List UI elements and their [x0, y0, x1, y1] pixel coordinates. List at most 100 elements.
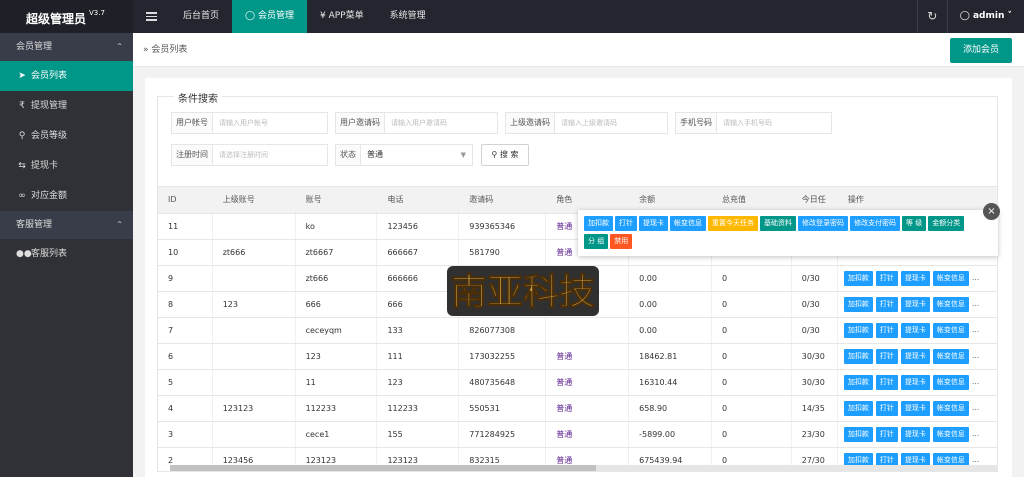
table-row: 5 11 123 480735648 普通 16310.44 0 30/30 加扣款 打针 提现卡帐… — [158, 369, 997, 396]
table-cell: 0/30 — [791, 317, 838, 344]
row-action-button[interactable]: 加扣款 — [843, 348, 873, 364]
search-button[interactable]: ⚲ 搜 索 — [481, 144, 529, 166]
sidebar-item-label: 提现管理 — [31, 101, 68, 111]
row-action-button[interactable]: 帐变信息 — [932, 348, 969, 364]
table-cell: 0.00 — [628, 291, 712, 318]
row-action-button[interactable]: 提现卡 — [900, 348, 930, 364]
sidebar-group-service[interactable]: 客服管理 ⌃ — [0, 211, 133, 239]
sidebar-item-member-list[interactable]: ➤ 会员列表 — [0, 61, 133, 91]
sidebar-item-withdraw[interactable]: ₹ 提现管理 — [0, 91, 133, 121]
popup-action-button[interactable]: 禁用 — [610, 234, 633, 249]
popup-action-button[interactable]: 修改登录密码 — [798, 216, 848, 231]
nav-item-home[interactable]: 后台首页 — [170, 0, 232, 33]
user-menu[interactable]: ◯ admin ˅ — [946, 0, 1024, 33]
table-cell: 111 — [376, 343, 460, 370]
table-cell — [212, 213, 296, 240]
app-logo[interactable]: 超级管理员 V3.7 — [0, 0, 133, 33]
row-action-button[interactable]: 提现卡 — [900, 426, 930, 442]
sidebar-group-label: 客服管理 — [16, 220, 53, 230]
menu-toggle-icon[interactable] — [146, 9, 157, 24]
field-label: 用户邀请码 — [336, 113, 385, 133]
popup-action-button[interactable]: 帐变信息 — [670, 216, 706, 231]
table-cell: 7 — [158, 317, 213, 344]
row-action-button[interactable]: 打针 — [875, 296, 898, 312]
add-member-button[interactable]: 添加会员 — [950, 38, 1012, 63]
popup-action-button[interactable]: 打针 — [615, 216, 637, 231]
field-reg-time: 注册时间 — [171, 144, 328, 166]
horizontal-scrollbar[interactable] — [170, 465, 997, 471]
row-action-button[interactable]: 提现卡 — [900, 270, 930, 286]
parent-invite-input[interactable] — [555, 113, 667, 133]
sidebar-item-amount[interactable]: ∞ 对应金额 — [0, 181, 133, 211]
row-action-button[interactable]: 加扣款 — [843, 374, 873, 390]
nav-item-members[interactable]: ◯ 会员管理 — [232, 0, 307, 33]
scrollbar-thumb[interactable] — [170, 465, 596, 471]
search-legend: 条件搜索 — [174, 90, 222, 105]
popup-action-button[interactable]: 加扣款 — [584, 216, 613, 231]
row-action-button[interactable]: 帐变信息 — [932, 374, 969, 390]
row-action-button[interactable]: 帐变信息 — [932, 296, 969, 312]
popup-action-button[interactable]: 基础资料 — [760, 216, 796, 231]
table-cell: 11 — [158, 213, 213, 240]
popup-action-button[interactable]: 金额分类 — [928, 216, 965, 231]
search-icon: ⚲ — [491, 150, 500, 159]
more-icon[interactable]: ... — [972, 403, 980, 412]
nav-item-label: 后台首页 — [183, 11, 220, 21]
refresh-icon[interactable]: ↻ — [916, 0, 947, 33]
row-action-button[interactable]: 加扣款 — [843, 322, 873, 338]
row-action-button[interactable]: 打针 — [875, 348, 898, 364]
sidebar-item-service-list[interactable]: ●●客服列表 — [0, 239, 133, 269]
sidebar-item-level[interactable]: ⚲ 会员等级 — [0, 121, 133, 151]
row-action-button[interactable]: 帐变信息 — [932, 400, 969, 416]
row-action-button[interactable]: 帐变信息 — [932, 270, 969, 286]
sidebar-group-members[interactable]: 会员管理 ⌃ — [0, 33, 133, 61]
row-action-button[interactable]: 打针 — [875, 270, 898, 286]
row-action-button[interactable]: 提现卡 — [900, 374, 930, 390]
key-icon: ⚲ — [18, 131, 26, 141]
table-cell — [212, 317, 296, 344]
more-icon[interactable]: ... — [972, 455, 980, 464]
phone-input[interactable] — [717, 113, 831, 133]
sidebar: 会员管理 ⌃ ➤ 会员列表 ₹ 提现管理 ⚲ 会员等级 ⇆ 提现卡 ∞ 对应金额 客服管理 ⌃… — [0, 33, 133, 477]
popup-action-button[interactable]: 等 级 — [902, 216, 927, 231]
more-icon[interactable]: ... — [972, 299, 980, 308]
more-icon[interactable]: ... — [972, 377, 980, 386]
close-icon[interactable]: × — [983, 203, 1000, 220]
more-icon[interactable]: ... — [972, 351, 980, 360]
account-input[interactable] — [213, 113, 327, 133]
table-cell — [212, 265, 296, 292]
popup-action-button[interactable]: 重置今天任务 — [708, 216, 758, 231]
table-cell: 普通 — [545, 395, 630, 422]
row-action-button[interactable]: 打针 — [875, 426, 898, 442]
row-action-button[interactable]: 打针 — [875, 322, 898, 338]
row-action-button[interactable]: 加扣款 — [843, 400, 873, 416]
row-action-button[interactable]: 加扣款 — [843, 296, 873, 312]
row-action-button[interactable]: 提现卡 — [900, 296, 930, 312]
nav-item-app-menu[interactable]: ¥ APP菜单 — [307, 0, 377, 33]
popup-action-button[interactable]: 修改支付密码 — [850, 216, 900, 231]
row-action-button[interactable]: 帐变信息 — [932, 426, 969, 442]
row-action-button[interactable]: 打针 — [875, 400, 898, 416]
more-icon[interactable]: ... — [972, 325, 980, 334]
invite-code-input[interactable] — [385, 113, 497, 133]
status-select[interactable]: 普通 ▼ — [361, 145, 472, 165]
field-phone: 手机号码 — [675, 112, 832, 134]
row-action-button[interactable]: 加扣款 — [843, 270, 873, 286]
nav-item-system[interactable]: 系统管理 — [377, 0, 439, 33]
reg-time-input[interactable] — [213, 145, 327, 165]
popup-action-button[interactable]: 提现卡 — [639, 216, 668, 231]
popup-action-button[interactable]: 分 组 — [584, 234, 609, 249]
row-actions: 加扣款 打针 提现卡 帐变信息... — [837, 343, 997, 370]
row-action-button[interactable]: 加扣款 — [843, 426, 873, 442]
row-action-button[interactable]: 提现卡 — [900, 400, 930, 416]
column-header: 上级账号 — [212, 187, 296, 214]
nav-item-label: 会员管理 — [257, 11, 294, 21]
more-icon[interactable]: ... — [972, 429, 980, 438]
row-action-button[interactable]: 帐变信息 — [932, 322, 969, 338]
user-icon: ◯ — [245, 11, 258, 21]
more-icon[interactable]: ... — [972, 273, 980, 282]
sidebar-item-card[interactable]: ⇆ 提现卡 — [0, 151, 133, 181]
row-action-button[interactable]: 打针 — [875, 374, 898, 390]
table-cell: 0.00 — [628, 265, 712, 292]
row-action-button[interactable]: 提现卡 — [900, 322, 930, 338]
